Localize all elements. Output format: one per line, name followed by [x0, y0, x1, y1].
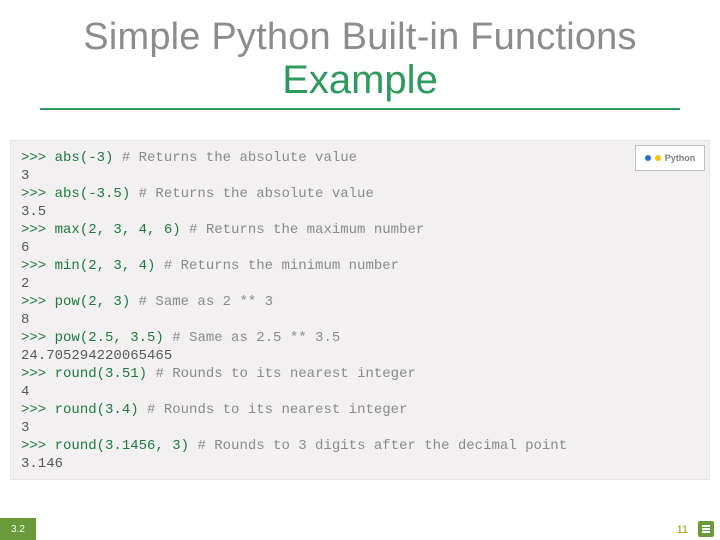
page-number: 11 — [677, 524, 688, 536]
menu-icon — [698, 521, 714, 537]
code-line: 8 — [21, 311, 699, 329]
code-output: 3 — [21, 420, 29, 436]
section-badge: 3.2 — [0, 518, 36, 540]
code-output: 4 — [21, 384, 29, 400]
code-call: abs(-3) — [55, 150, 122, 166]
led-icon — [655, 155, 661, 161]
code-call: min(2, 3, 4) — [55, 258, 164, 274]
code-line: >>> round(3.51) # Rounds to its nearest … — [21, 365, 699, 383]
code-comment: # Returns the maximum number — [189, 222, 424, 238]
repl-prompt: >>> — [21, 438, 55, 454]
repl-prompt: >>> — [21, 366, 55, 382]
code-output: 3.146 — [21, 456, 63, 472]
code-comment: # Same as 2 ** 3 — [139, 294, 273, 310]
code-call: pow(2.5, 3.5) — [55, 330, 173, 346]
led-icon — [645, 155, 651, 161]
code-line: 24.705294220065465 — [21, 347, 699, 365]
code-comment: # Same as 2.5 ** 3.5 — [172, 330, 340, 346]
code-line: >>> abs(-3) # Returns the absolute value — [21, 149, 699, 167]
title-line1: Simple Python Built-in Functions — [0, 18, 720, 58]
code-call: pow(2, 3) — [55, 294, 139, 310]
title-underline — [40, 108, 680, 110]
repl-prompt: >>> — [21, 150, 55, 166]
repl-prompt: >>> — [21, 402, 55, 418]
code-comment: # Rounds to its nearest integer — [155, 366, 415, 382]
code-call: round(3.51) — [55, 366, 156, 382]
repl-prompt: >>> — [21, 222, 55, 238]
code-line: >>> abs(-3.5) # Returns the absolute val… — [21, 185, 699, 203]
code-output: 6 — [21, 240, 29, 256]
repl-prompt: >>> — [21, 186, 55, 202]
code-line: >>> round(3.4) # Rounds to its nearest i… — [21, 401, 699, 419]
code-line: >>> pow(2.5, 3.5) # Same as 2.5 ** 3.5 — [21, 329, 699, 347]
slide: Simple Python Built-in Functions Example… — [0, 0, 720, 540]
tag-label: Python — [665, 153, 696, 163]
code-output: 8 — [21, 312, 29, 328]
code-line: 4 — [21, 383, 699, 401]
code-panel: Python >>> abs(-3) # Returns the absolut… — [10, 140, 710, 480]
code-output: 3.5 — [21, 204, 46, 220]
title-block: Simple Python Built-in Functions Example — [0, 0, 720, 110]
code-block: >>> abs(-3) # Returns the absolute value… — [21, 149, 699, 473]
code-output: 24.705294220065465 — [21, 348, 172, 364]
code-output: 2 — [21, 276, 29, 292]
title-line2: Example — [0, 58, 720, 102]
code-comment: # Returns the absolute value — [122, 150, 357, 166]
python-tag: Python — [635, 145, 705, 171]
code-comment: # Returns the minimum number — [164, 258, 399, 274]
code-line: >>> round(3.1456, 3) # Rounds to 3 digit… — [21, 437, 699, 455]
code-line: >>> min(2, 3, 4) # Returns the minimum n… — [21, 257, 699, 275]
code-line: 3 — [21, 419, 699, 437]
code-output: 3 — [21, 168, 29, 184]
code-line: >>> max(2, 3, 4, 6) # Returns the maximu… — [21, 221, 699, 239]
code-line: 3.5 — [21, 203, 699, 221]
code-line: 2 — [21, 275, 699, 293]
repl-prompt: >>> — [21, 330, 55, 346]
code-comment: # Returns the absolute value — [139, 186, 374, 202]
code-line: 6 — [21, 239, 699, 257]
code-line: 3.146 — [21, 455, 699, 473]
code-comment: # Rounds to 3 digits after the decimal p… — [197, 438, 567, 454]
code-line: 3 — [21, 167, 699, 185]
code-call: abs(-3.5) — [55, 186, 139, 202]
footer: 3.2 11 — [0, 516, 720, 540]
code-call: max(2, 3, 4, 6) — [55, 222, 189, 238]
code-comment: # Rounds to its nearest integer — [147, 402, 407, 418]
code-call: round(3.4) — [55, 402, 147, 418]
code-line: >>> pow(2, 3) # Same as 2 ** 3 — [21, 293, 699, 311]
repl-prompt: >>> — [21, 258, 55, 274]
code-call: round(3.1456, 3) — [55, 438, 198, 454]
repl-prompt: >>> — [21, 294, 55, 310]
